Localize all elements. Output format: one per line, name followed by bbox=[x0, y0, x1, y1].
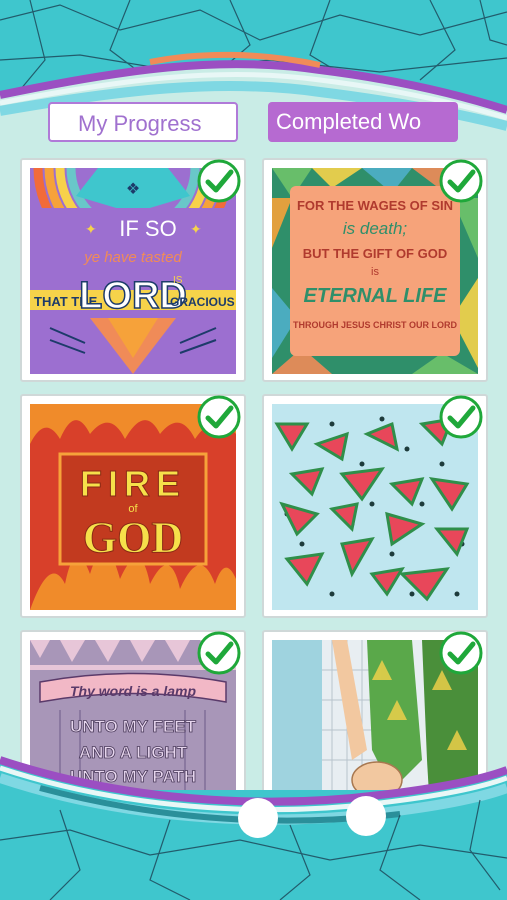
art-text: GOD bbox=[83, 513, 183, 562]
tab-bar: My Progress Completed Wo bbox=[0, 96, 507, 152]
checkmark-icon bbox=[197, 631, 241, 675]
checkmark-icon bbox=[197, 159, 241, 203]
art-text: FIRE bbox=[80, 463, 186, 504]
art-text: THROUGH JESUS CHRIST OUR LORD bbox=[293, 320, 458, 330]
art-text: UNTO MY FEET bbox=[70, 717, 197, 736]
bottom-background bbox=[0, 756, 507, 900]
art-text: Thy word is a lamp bbox=[70, 683, 196, 699]
tab-completed-works[interactable]: Completed Wo bbox=[268, 102, 458, 142]
artwork-card[interactable]: FIRE of GOD bbox=[20, 394, 246, 618]
svg-text:✦: ✦ bbox=[190, 221, 202, 237]
art-text: ETERNAL LIFE bbox=[304, 285, 448, 307]
art-text: is bbox=[371, 266, 379, 278]
artwork-card[interactable] bbox=[262, 394, 488, 618]
completed-works-grid: ❖ IF SO ✦ ✦ ye have tasted THAT THE LORD… bbox=[0, 150, 507, 790]
art-text: GRACIOUS bbox=[170, 295, 235, 309]
checkmark-icon bbox=[439, 159, 483, 203]
art-text: IS bbox=[173, 275, 183, 286]
art-text: ye have tasted bbox=[83, 249, 182, 266]
nav-button-right[interactable] bbox=[346, 796, 386, 836]
artwork-card[interactable]: FOR THE WAGES OF SIN is death; BUT THE G… bbox=[262, 158, 488, 382]
checkmark-icon bbox=[439, 395, 483, 439]
nav-button-left[interactable] bbox=[238, 798, 278, 838]
svg-text:❖: ❖ bbox=[126, 181, 140, 198]
svg-text:✦: ✦ bbox=[85, 221, 97, 237]
tab-my-progress[interactable]: My Progress bbox=[48, 102, 238, 142]
checkmark-icon bbox=[197, 395, 241, 439]
art-text: IF SO bbox=[119, 216, 176, 241]
art-text: is death; bbox=[343, 219, 408, 238]
artwork-card[interactable]: ❖ IF SO ✦ ✦ ye have tasted THAT THE LORD… bbox=[20, 158, 246, 382]
art-text: BUT THE GIFT OF GOD bbox=[303, 246, 447, 261]
checkmark-icon bbox=[439, 631, 483, 675]
art-text: FOR THE WAGES OF SIN bbox=[297, 198, 453, 213]
